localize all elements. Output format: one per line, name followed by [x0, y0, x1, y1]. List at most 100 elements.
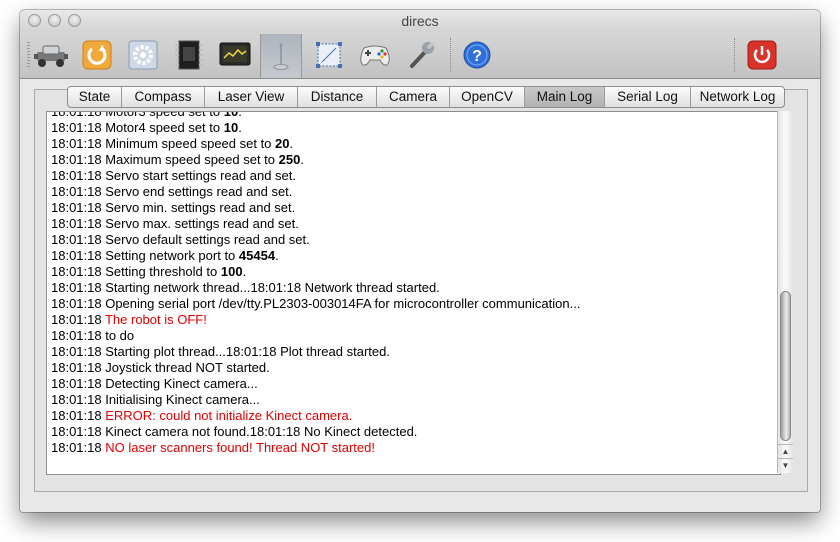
log-timestamp: 18:01:18	[51, 184, 106, 199]
log-value: 10	[223, 120, 239, 135]
toolbar-separator	[734, 38, 735, 72]
log-timestamp: 18:01:18	[51, 136, 106, 151]
log-line: 18:01:18 Joystick thread NOT started.	[51, 360, 771, 376]
power-cycle-icon	[82, 40, 112, 70]
scroll-down-arrow[interactable]: ▼	[778, 458, 793, 473]
log-line: 18:01:18 Servo max. settings read and se…	[51, 216, 771, 232]
gamepad-icon	[360, 45, 390, 66]
log-value: 20	[275, 136, 290, 151]
log-value: 250	[278, 152, 301, 167]
monitor-button[interactable]	[218, 38, 252, 72]
tab-network-log[interactable]: Network Log	[690, 87, 784, 107]
log-line: 18:01:18 Kinect camera not found.18:01:1…	[51, 424, 771, 440]
log-timestamp: 18:01:18	[51, 392, 106, 407]
tab-state[interactable]: State	[68, 87, 121, 107]
log-line: 18:01:18 Servo min. settings read and se…	[51, 200, 771, 216]
log-line: 18:01:18 Servo end settings read and set…	[51, 184, 771, 200]
log-error-message: The robot is OFF!	[104, 312, 207, 327]
power-icon	[747, 40, 777, 70]
toolbar: ?	[20, 32, 820, 79]
log-suffix: .	[238, 120, 242, 135]
log-message: Starting plot thread...18:01:18 Plot thr…	[105, 344, 390, 359]
log-message: Servo min. settings read and set.	[105, 200, 296, 215]
app-window: direcs ? State Compass Laser View Distan…	[20, 10, 820, 512]
log-line: 18:01:18 The robot is OFF!	[51, 312, 771, 328]
log-message: Minimum speed speed set to	[105, 136, 276, 151]
tab-compass[interactable]: Compass	[121, 87, 204, 107]
log-timestamp: 18:01:18	[51, 424, 106, 439]
tab-camera[interactable]: Camera	[376, 87, 449, 107]
tab-serial-log[interactable]: Serial Log	[604, 87, 690, 107]
log-line: 18:01:18 Motor3 speed set to 10.	[51, 111, 771, 120]
log-line: 18:01:18 Detecting Kinect camera...	[51, 376, 771, 392]
log-message: Starting network thread...18:01:18 Netwo…	[105, 280, 440, 295]
log-line: 18:01:18 Minimum speed speed set to 20.	[51, 136, 771, 152]
robot-icon	[34, 45, 68, 67]
log-line: 18:01:18 Servo start settings read and s…	[51, 168, 771, 184]
gamepad-button[interactable]	[358, 38, 392, 72]
chip-icon	[175, 40, 203, 70]
log-message: Motor4 speed set to	[105, 120, 224, 135]
selection-icon	[316, 42, 342, 68]
log-message: Initialising Kinect camera...	[105, 392, 260, 407]
toolbar-separator	[450, 38, 451, 72]
log-suffix: .	[300, 152, 304, 167]
scrollbar-thumb[interactable]	[780, 291, 791, 441]
quit-button[interactable]	[745, 38, 779, 72]
log-line: 18:01:18 Motor4 speed set to 10.	[51, 120, 771, 136]
log-message: Kinect camera not found.18:01:18 No Kine…	[105, 424, 418, 439]
help-button[interactable]: ?	[460, 38, 494, 72]
tab-opencv[interactable]: OpenCV	[449, 87, 524, 107]
log-line: 18:01:18 ERROR: could not initialize Kin…	[51, 408, 771, 424]
log-message: Opening serial port /dev/tty.PL2303-0030…	[105, 296, 581, 311]
tab-main-log[interactable]: Main Log	[524, 87, 604, 107]
gear-icon	[128, 40, 158, 70]
log-line: 18:01:18 Starting plot thread...18:01:18…	[51, 344, 771, 360]
log-timestamp: 18:01:18	[51, 296, 106, 311]
log-line: 18:01:18 Opening serial port /dev/tty.PL…	[51, 296, 771, 312]
wrench-icon	[410, 41, 435, 68]
wrench-button[interactable]	[404, 38, 438, 72]
log-timestamp: 18:01:18	[51, 264, 106, 279]
title-bar: direcs	[20, 10, 820, 32]
log-timestamp: 18:01:18	[51, 280, 106, 295]
monitor-icon	[219, 42, 251, 66]
log-message: Servo default settings read and set.	[105, 232, 310, 247]
chip-button[interactable]	[172, 38, 206, 72]
log-timestamp: 18:01:18	[51, 111, 106, 119]
log-lines: 18:01:18 Motor3 speed set to 10. 18:01:18…	[51, 111, 771, 456]
log-message: Maximum speed speed set to	[105, 152, 279, 167]
log-message: Joystick thread NOT started.	[105, 360, 270, 375]
log-line: 18:01:18 Setting network port to 45454.	[51, 248, 771, 264]
log-line: 18:01:18 NO laser scanners found! Thread…	[51, 440, 771, 456]
robot-button[interactable]	[34, 38, 68, 72]
log-line: 18:01:18 Starting network thread...18:01…	[51, 280, 771, 296]
log-suffix: .	[242, 264, 247, 279]
antenna-button[interactable]	[260, 34, 302, 78]
log-timestamp: 18:01:18	[51, 376, 106, 391]
tab-laser-view[interactable]: Laser View	[204, 87, 297, 107]
log-timestamp: 18:01:18	[51, 216, 106, 231]
window-title: direcs	[401, 13, 439, 29]
log-message: to do	[105, 328, 135, 343]
log-message: Servo max. settings read and set.	[105, 216, 299, 231]
log-timestamp: 18:01:18	[51, 360, 106, 375]
power-cycle-button[interactable]	[80, 38, 114, 72]
antenna-icon	[273, 43, 289, 70]
log-message: Setting network port to	[105, 248, 239, 263]
log-timestamp: 18:01:18	[51, 168, 106, 183]
settings-button[interactable]	[126, 38, 160, 72]
selection-button[interactable]	[312, 38, 346, 72]
log-scrollbar[interactable]: ▲ ▼	[777, 111, 793, 473]
tab-bar: State Compass Laser View Distance Camera…	[67, 86, 785, 108]
log-timestamp: 18:01:18	[51, 232, 106, 247]
svg-text:?: ?	[472, 48, 482, 65]
log-message: Servo start settings read and set.	[105, 168, 296, 183]
main-log-view[interactable]: 18:01:18 Motor3 speed set to 10. 18:01:18…	[46, 111, 781, 475]
log-line: 18:01:18 Servo default settings read and…	[51, 232, 771, 248]
tab-distance[interactable]: Distance	[297, 87, 376, 107]
scroll-up-arrow[interactable]: ▲	[778, 444, 793, 459]
log-value: 10	[223, 111, 239, 119]
log-line: 18:01:18 to do	[51, 328, 771, 344]
log-message: Servo end settings read and set.	[105, 184, 293, 199]
